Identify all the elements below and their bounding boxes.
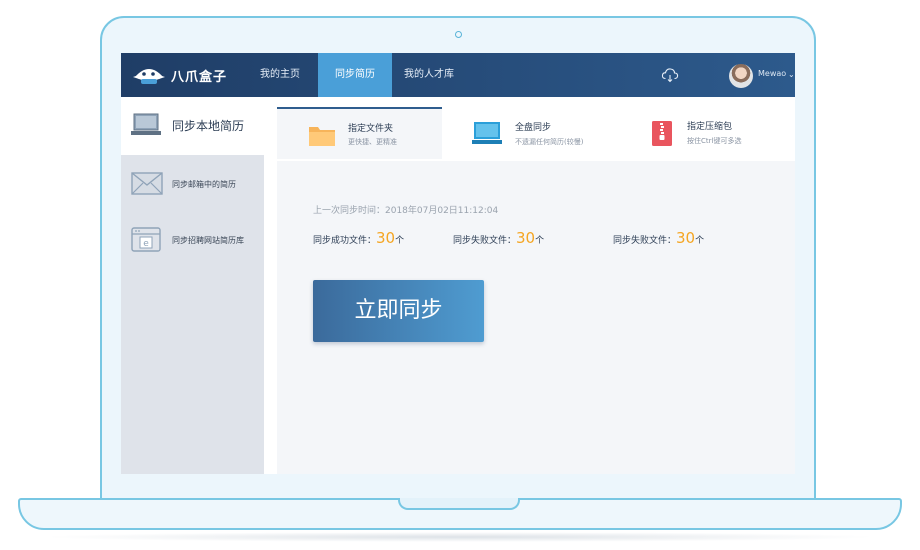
tab-subtitle: 按住Ctrl键可多选: [687, 137, 742, 145]
stat-label: 同步失败文件：: [613, 236, 677, 246]
sidebar: 同步本地简历 同步邮箱中的简历 e 同步招聘网站简历库: [121, 97, 264, 474]
sidebar-item-label: 同步本地简历: [172, 119, 245, 133]
browser-icon: e: [131, 227, 161, 252]
tab-zip-file[interactable]: 指定压缩包 按住Ctrl键可多选: [612, 107, 795, 159]
tab-subtitle: 更快捷、更精准: [348, 138, 397, 146]
sidebar-item-local-resume[interactable]: 同步本地简历: [121, 97, 264, 155]
logo-icon: [133, 69, 165, 84]
laptop-icon: [131, 113, 161, 135]
stat-failed: 同步失败文件：30个: [453, 229, 544, 247]
chevron-down-icon[interactable]: ⌄: [788, 70, 795, 79]
stat-value: 30: [676, 229, 696, 247]
stat-unit: 个: [395, 236, 405, 246]
stat-label: 同步成功文件：: [313, 236, 377, 246]
monitor-icon: [472, 122, 502, 144]
stat-failed-2: 同步失败文件：30个: [613, 229, 704, 247]
camera-icon: [455, 31, 462, 38]
nav-item-talent-pool[interactable]: 我的人才库: [396, 53, 462, 97]
sync-mode-tabs: 指定文件夹 更快捷、更精准 全盘同步 不遗漏任何简历(较慢) 指定压缩包 按住C…: [277, 107, 795, 159]
stat-unit: 个: [535, 236, 545, 246]
laptop-notch: [398, 498, 520, 510]
zip-file-icon: [652, 121, 672, 146]
svg-text:e: e: [143, 239, 149, 249]
laptop-shadow: [40, 532, 880, 542]
avatar[interactable]: [729, 64, 753, 88]
sync-now-button[interactable]: 立即同步: [313, 280, 484, 342]
stat-unit: 个: [695, 236, 705, 246]
sidebar-item-label: 同步邮箱中的简历: [172, 180, 236, 189]
nav-item-sync-resume[interactable]: 同步简历: [318, 53, 392, 97]
tab-folder[interactable]: 指定文件夹 更快捷、更精准: [277, 107, 442, 159]
tab-title: 指定文件夹: [348, 124, 394, 134]
stat-value: 30: [516, 229, 536, 247]
last-sync-time: 上一次同步时间：2018年07月02日11:12:04: [313, 206, 499, 216]
logo-text: 八爪盒子: [171, 70, 228, 85]
app-screen: 八爪盒子 我的主页 同步简历 我的人才库 Mewao ⌄ 同步本地简历 同步邮箱…: [121, 53, 795, 474]
cloud-sync-icon[interactable]: [661, 66, 679, 84]
tab-title: 全盘同步: [515, 123, 552, 133]
tab-full-disk[interactable]: 全盘同步 不遗漏任何简历(较慢): [442, 107, 612, 159]
user-name[interactable]: Mewao: [758, 69, 786, 78]
sync-panel: 上一次同步时间：2018年07月02日11:12:04 同步成功文件：30个 同…: [277, 161, 795, 474]
tab-subtitle: 不遗漏任何简历(较慢): [515, 138, 584, 146]
envelope-icon: [131, 172, 163, 195]
tab-title: 指定压缩包: [687, 122, 733, 132]
sidebar-item-label: 同步招聘网站简历库: [172, 236, 244, 245]
top-nav: 八爪盒子 我的主页 同步简历 我的人才库 Mewao ⌄: [121, 53, 795, 97]
stat-value: 30: [376, 229, 396, 247]
nav-item-home[interactable]: 我的主页: [249, 53, 311, 97]
stat-label: 同步失败文件：: [453, 236, 517, 246]
stat-success: 同步成功文件：30个: [313, 229, 404, 247]
folder-icon: [309, 127, 335, 146]
